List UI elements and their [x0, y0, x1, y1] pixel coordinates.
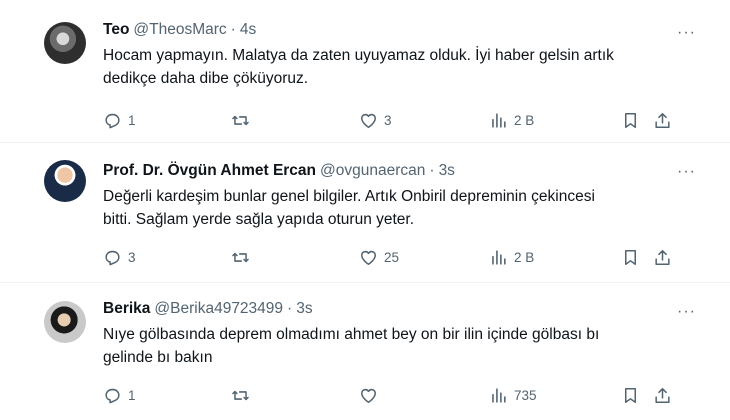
like-button[interactable]: 25 [359, 248, 399, 267]
tweet-text-line: gelinde bı bakın [103, 349, 213, 366]
retweet-button[interactable] [231, 248, 256, 267]
author-handle[interactable]: @Berika49723499 [154, 299, 283, 319]
author-name[interactable]: Prof. Dr. Övgün Ahmet Ercan [103, 161, 316, 181]
tweet-header: Prof. Dr. Övgün Ahmet Ercan @ovgunaercan… [103, 161, 680, 181]
action-bar: 1 735 [103, 386, 683, 410]
views-chart-icon [492, 250, 506, 265]
like-count: 3 [384, 113, 392, 128]
tweet-content: Prof. Dr. Övgün Ahmet Ercan @ovgunaercan… [103, 161, 680, 231]
reply-icon [105, 388, 120, 404]
share-icon [655, 388, 670, 403]
views-button[interactable]: 2 B [489, 248, 534, 267]
author-name[interactable]: Teo [103, 20, 129, 40]
reply-button[interactable]: 3 [103, 248, 136, 267]
action-bar: 1 3 2 B [103, 111, 683, 135]
views-count: 2 B [514, 250, 535, 265]
like-count: 25 [384, 250, 400, 265]
tweet-text: Hocam yapmayın. Malatya da zaten uyuyama… [103, 44, 680, 90]
tweet-header: Berika @Berika49723499 · 3s [103, 299, 680, 319]
heart-icon [361, 250, 376, 265]
reply-count: 3 [128, 250, 136, 265]
separator-dot: · [287, 300, 293, 317]
retweet-icon [232, 252, 249, 263]
retweet-icon [232, 115, 249, 126]
separator-dot: · [429, 162, 435, 179]
tweet-text-line: Değerli kardeşim bunlar genel bilgiler. … [103, 188, 595, 205]
reply-timeline: · · · Teo @TheosMarc · 4s Hocam yapmayın. … [0, 0, 730, 420]
tweet[interactable]: ··· Prof. Dr. Övgün Ahmet Ercan @ovgunae… [0, 143, 730, 283]
views-count: 2 B [514, 113, 535, 128]
action-bar: 3 25 2 B [103, 248, 683, 272]
timestamp[interactable]: 4s [240, 20, 256, 40]
views-chart-icon [492, 388, 506, 403]
reply-icon [105, 250, 120, 266]
tweet-text-line: bitti. Sağlam yerde sağla yapıda oturun … [103, 211, 415, 228]
bookmark-button[interactable] [621, 386, 640, 405]
timestamp[interactable]: 3s [439, 161, 455, 181]
author-handle[interactable]: @ovgunaercan [320, 161, 425, 181]
reply-button[interactable]: 1 [103, 386, 136, 405]
like-button[interactable]: 3 [359, 111, 392, 130]
share-icon [655, 250, 670, 265]
share-icon [655, 113, 670, 128]
timestamp[interactable]: 3s [296, 299, 312, 319]
reply-icon [105, 113, 120, 129]
reply-count: 1 [128, 388, 136, 403]
tweet-text-line: dedikçe daha dibe çöküyoruz. [103, 70, 309, 87]
reply-button[interactable]: 1 [103, 111, 136, 130]
tweet-text: Nıye gölbasında deprem olmadımı ahmet be… [103, 323, 680, 369]
bookmark-button[interactable] [621, 248, 640, 267]
share-button[interactable] [653, 386, 672, 405]
author-handle[interactable]: @TheosMarc [133, 20, 226, 40]
retweet-button[interactable] [231, 386, 256, 405]
tweet-text-line: Nıye gölbasında deprem olmadımı ahmet be… [103, 326, 600, 343]
views-button[interactable]: 735 [489, 386, 537, 405]
like-button[interactable] [359, 386, 384, 405]
tweet-content: Teo @TheosMarc · 4s Hocam yapmayın. Mala… [103, 20, 680, 90]
reply-count: 1 [128, 113, 136, 128]
heart-icon [361, 113, 376, 128]
share-button[interactable] [653, 248, 672, 267]
tweet[interactable]: ··· Teo @TheosMarc · 4s Hocam yapmayın. … [0, 0, 730, 143]
tweet-text: Değerli kardeşim bunlar genel bilgiler. … [103, 185, 680, 231]
avatar[interactable] [44, 301, 86, 343]
bookmark-button[interactable] [621, 111, 640, 130]
bookmark-icon [624, 388, 637, 403]
views-count: 735 [514, 388, 537, 403]
tweet-header: Teo @TheosMarc · 4s [103, 20, 680, 40]
tweet-text-line: Hocam yapmayın. Malatya da zaten uyuyama… [103, 47, 614, 64]
avatar[interactable] [44, 22, 86, 64]
bookmark-icon [624, 250, 637, 265]
retweet-icon [232, 390, 249, 401]
author-name[interactable]: Berika [103, 299, 150, 319]
retweet-button[interactable] [231, 111, 256, 130]
tweet-content: Berika @Berika49723499 · 3s Nıye gölbası… [103, 299, 680, 369]
share-button[interactable] [653, 111, 672, 130]
heart-icon [361, 388, 376, 403]
views-chart-icon [492, 113, 506, 128]
avatar[interactable] [44, 160, 86, 202]
bookmark-icon [624, 113, 637, 128]
separator-dot: · [230, 21, 236, 38]
views-button[interactable]: 2 B [489, 111, 534, 130]
tweet[interactable]: ··· Berika @Berika49723499 · 3s Nıye göl… [0, 283, 730, 420]
